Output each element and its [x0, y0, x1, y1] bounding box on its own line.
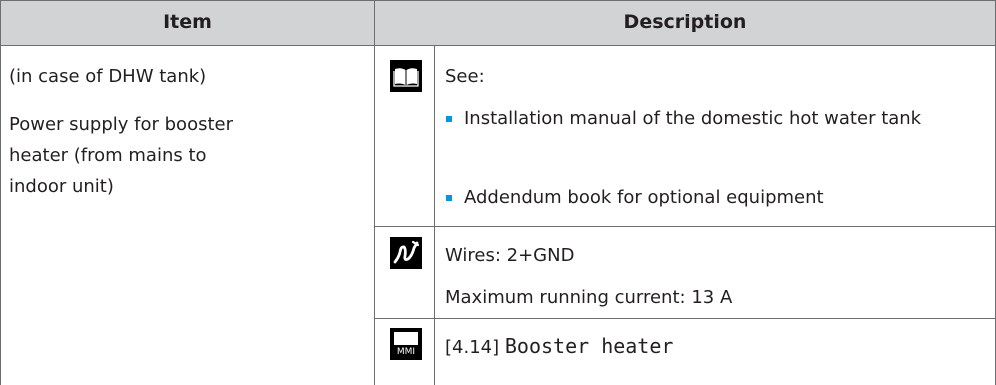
border-wires-bottom: [375, 318, 995, 319]
mmi-setting-line: [4.14] Booster heater: [445, 334, 673, 360]
border-header-bottom: [0, 45, 996, 46]
bullet-marker: [446, 116, 452, 122]
item-power-supply-text: Power supply for booster heater (from ma…: [9, 114, 233, 197]
border-left: [0, 0, 1, 385]
mmi-icon-label: MMI: [396, 347, 416, 357]
mmi-setting-name: Booster heater: [504, 334, 674, 358]
border-see-bottom: [375, 226, 995, 227]
wire-icon: [390, 237, 422, 269]
border-item-description: [374, 0, 375, 385]
wires-text: Wires: 2+GND: [445, 245, 575, 266]
header-description-label: Description: [623, 11, 747, 33]
book-icon: [390, 60, 422, 92]
header-item-label: Item: [163, 11, 212, 33]
item-dhw-tank-text: (in case of DHW tank): [9, 66, 207, 87]
border-icon-column: [434, 46, 435, 385]
see-label: See:: [445, 66, 485, 87]
see-bullet-installation-manual: Installation manual of the domestic hot …: [464, 108, 922, 129]
see-bullet-addendum-book: Addendum book for optional equipment: [464, 187, 824, 208]
bullet-marker: [446, 195, 452, 201]
border-top: [0, 0, 996, 1]
mmi-ref-number: [4.14]: [445, 337, 500, 358]
mmi-icon: MMI: [390, 328, 422, 360]
item-description-table: Item Description (in case of DHW tank) P…: [0, 0, 996, 385]
max-current-text: Maximum running current: 13 A: [445, 287, 733, 308]
